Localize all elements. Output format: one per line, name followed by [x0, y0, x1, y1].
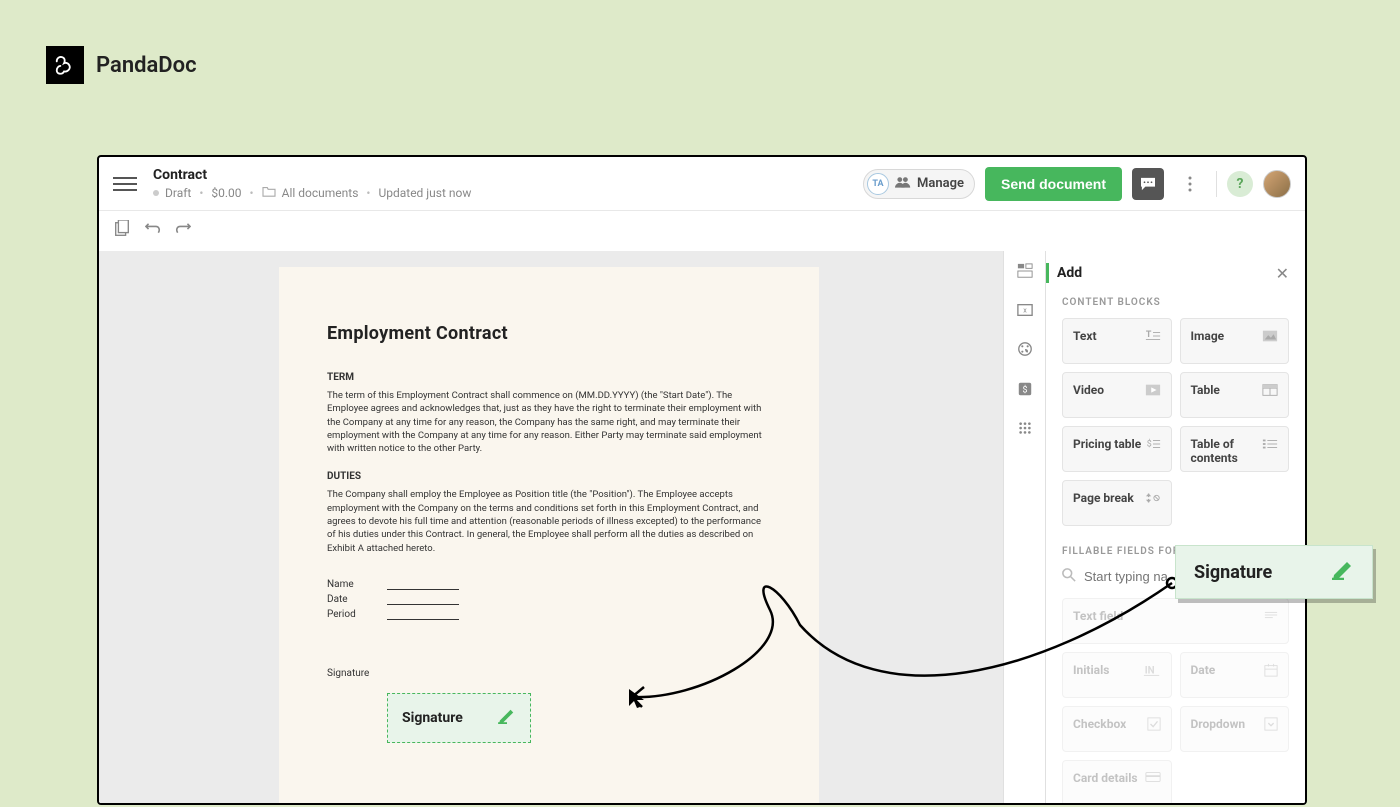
- field-date-label: Date: [327, 594, 387, 605]
- amount-label: $0.00: [211, 186, 241, 200]
- pagebreak-icon: [1145, 491, 1161, 509]
- field-name-line: [387, 580, 459, 590]
- location-label: All documents: [282, 186, 359, 200]
- status-dot: [153, 190, 159, 196]
- block-video[interactable]: Video: [1062, 372, 1172, 418]
- document-subtitle: Draft $0.00 All documents Updated just n…: [153, 185, 863, 201]
- manage-label: Manage: [917, 176, 964, 191]
- section-term-body: The term of this Employment Contract sha…: [327, 389, 771, 455]
- copy-button[interactable]: [113, 220, 131, 242]
- section-duties-label: DUTIES: [327, 471, 771, 482]
- block-toc[interactable]: Table of contents: [1180, 426, 1290, 472]
- svg-text:IN: IN: [1144, 666, 1154, 677]
- help-button[interactable]: ?: [1227, 171, 1253, 197]
- doc-heading: Employment Contract: [327, 323, 771, 344]
- field-card-details[interactable]: Card details: [1062, 760, 1172, 803]
- status-label: Draft: [165, 186, 191, 200]
- section-term-label: TERM: [327, 372, 771, 383]
- signature-chip-label: Signature: [402, 710, 463, 726]
- design-tab[interactable]: [1017, 341, 1033, 361]
- updated-label: Updated just now: [378, 186, 471, 200]
- block-text[interactable]: Text T: [1062, 318, 1172, 364]
- send-document-button[interactable]: Send document: [985, 167, 1122, 201]
- dropdown-icon: [1264, 717, 1278, 735]
- block-image[interactable]: Image: [1180, 318, 1290, 364]
- calendar-icon: [1264, 663, 1278, 681]
- canvas: Employment Contract TERM The term of thi…: [99, 251, 1003, 803]
- svg-text:T: T: [1145, 330, 1151, 340]
- initials-icon: IN: [1143, 663, 1161, 681]
- svg-text:$: $: [1146, 439, 1151, 450]
- section-duties-body: The Company shall employ the Employee as…: [327, 488, 771, 554]
- float-signature-label: Signature: [1194, 562, 1272, 583]
- apps-tab[interactable]: [1018, 421, 1032, 439]
- add-panel: Add ✕ CONTENT BLOCKS Text T Image Video: [1045, 251, 1305, 803]
- document-page: Employment Contract TERM The term of thi…: [279, 267, 819, 803]
- field-checkbox[interactable]: Checkbox: [1062, 706, 1172, 752]
- field-date[interactable]: Date: [1180, 652, 1290, 698]
- tool-strip: x $: [1003, 251, 1045, 803]
- brand-logo: PandaDoc: [46, 46, 197, 84]
- main-area: Employment Contract TERM The term of thi…: [99, 251, 1305, 803]
- card-icon: [1145, 771, 1161, 787]
- textfield-icon: [1264, 609, 1278, 625]
- content-blocks-label: CONTENT BLOCKS: [1062, 297, 1289, 308]
- table-icon: [1262, 383, 1278, 401]
- form-rows: Name Date Period: [327, 579, 771, 620]
- blocks-tab[interactable]: [1017, 263, 1033, 283]
- document-title: Contract: [153, 167, 863, 183]
- menu-button[interactable]: [113, 172, 137, 196]
- more-button[interactable]: [1174, 168, 1206, 200]
- pen-icon: [498, 708, 516, 728]
- pen-icon: [1332, 560, 1354, 584]
- panda-icon: [54, 54, 76, 76]
- signature-field-drop[interactable]: Signature: [387, 693, 531, 743]
- block-table[interactable]: Table: [1180, 372, 1290, 418]
- text-icon: T: [1145, 329, 1161, 347]
- field-initials[interactable]: Initials IN: [1062, 652, 1172, 698]
- pricing-tab[interactable]: $: [1017, 381, 1033, 401]
- field-period-label: Period: [327, 609, 387, 620]
- manage-recipients-button[interactable]: TA Manage: [863, 169, 975, 199]
- video-icon: [1145, 383, 1161, 401]
- document-meta: Contract Draft $0.00 All documents Updat…: [153, 167, 863, 201]
- field-period-line: [387, 610, 459, 620]
- user-avatar[interactable]: [1263, 170, 1291, 198]
- svg-text:$: $: [1022, 385, 1027, 396]
- app-header: Contract Draft $0.00 All documents Updat…: [99, 157, 1305, 211]
- app-window: Contract Draft $0.00 All documents Updat…: [97, 155, 1307, 805]
- svg-text:x: x: [1023, 306, 1027, 315]
- chat-button[interactable]: [1132, 168, 1164, 200]
- signature-field-dragging[interactable]: Signature: [1175, 545, 1373, 599]
- block-page-break[interactable]: Page break: [1062, 480, 1172, 526]
- toolbar: [99, 211, 1305, 251]
- people-icon: [895, 176, 911, 191]
- image-icon: [1262, 329, 1278, 347]
- block-pricing-table[interactable]: Pricing table $: [1062, 426, 1172, 472]
- search-icon: [1062, 567, 1076, 586]
- field-name-label: Name: [327, 579, 387, 590]
- field-dropdown[interactable]: Dropdown: [1180, 706, 1290, 752]
- folder-icon: [262, 185, 276, 201]
- brand-name: PandaDoc: [96, 53, 197, 78]
- pricing-icon: $: [1145, 437, 1161, 455]
- checkbox-icon: [1147, 717, 1161, 735]
- logo-mark: [46, 46, 84, 84]
- variables-tab[interactable]: x: [1017, 303, 1033, 321]
- undo-button[interactable]: [145, 222, 161, 241]
- toc-icon: [1262, 437, 1278, 455]
- panel-title: Add: [1046, 263, 1082, 283]
- recipient-avatar: TA: [867, 173, 889, 195]
- field-date-line: [387, 595, 459, 605]
- redo-button[interactable]: [175, 222, 191, 241]
- close-panel-button[interactable]: ✕: [1276, 264, 1289, 283]
- field-text[interactable]: Text field: [1062, 598, 1289, 644]
- field-signature-label: Signature: [327, 668, 369, 679]
